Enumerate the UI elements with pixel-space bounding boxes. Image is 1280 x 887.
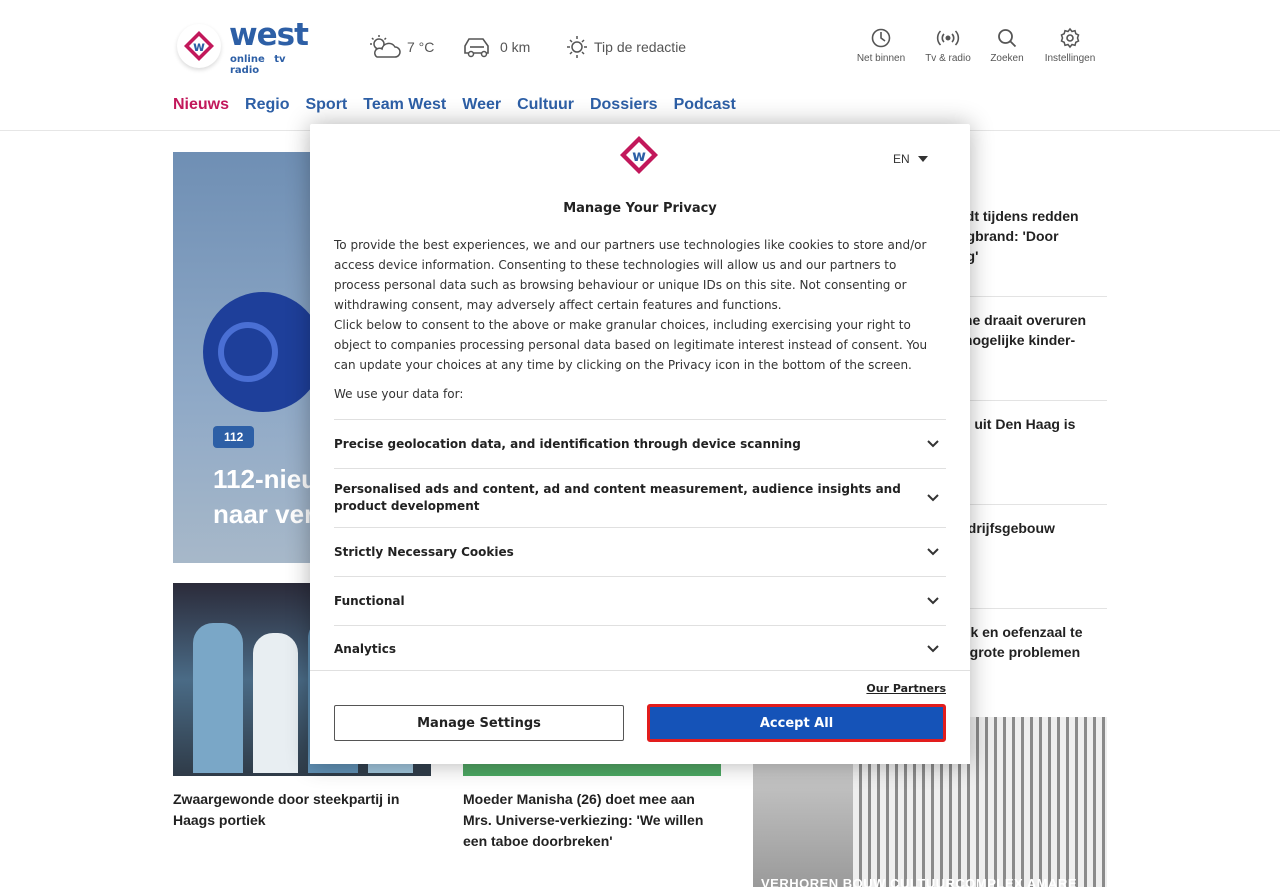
weather-widget[interactable]: 7 °C	[367, 34, 434, 60]
helicopter-rotor	[218, 322, 278, 382]
nav-item-dossiers[interactable]: Dossiers	[590, 96, 658, 114]
tv-radio-button[interactable]: Tv & radio	[916, 27, 980, 64]
language-selector[interactable]: EN	[893, 152, 928, 166]
tip-label: Tip de redactie	[594, 39, 687, 55]
zoeken-label: Zoeken	[990, 53, 1024, 64]
modal-footer: Our Partners Manage Settings Accept All	[310, 670, 970, 764]
purpose-label: Functional	[334, 594, 405, 608]
chevron-down-icon	[927, 644, 939, 652]
nav-item-cultuur[interactable]: Cultuur	[517, 96, 574, 114]
clock-icon	[871, 28, 891, 48]
modal-description: To provide the best experiences, we and …	[334, 235, 946, 375]
purpose-label: Analytics	[334, 641, 396, 656]
net-binnen-label: Net binnen	[856, 53, 906, 64]
broadcast-icon	[936, 30, 960, 46]
logo-text: west	[229, 17, 309, 53]
purpose-geolocation[interactable]: Precise geolocation data, and identifica…	[334, 420, 946, 469]
card-title-stabbing[interactable]: Zwaargewonde door steekpartij in Haags p…	[173, 789, 431, 831]
hero-category-tag: 112	[213, 426, 255, 448]
lightbulb-icon	[567, 36, 587, 58]
nav-item-podcast[interactable]: Podcast	[674, 96, 736, 114]
site-header: w west online tv radio 7 °C 0 km Tip de …	[0, 0, 1280, 131]
logo-subtitle: online tv radio	[230, 54, 286, 76]
card-title-manisha[interactable]: Moeder Manisha (26) doet mee aan Mrs. Un…	[463, 789, 721, 852]
modal-logo-icon: w	[619, 135, 659, 175]
chevron-down-icon	[927, 494, 939, 502]
purpose-functional[interactable]: Functional	[334, 577, 946, 626]
purpose-analytics[interactable]: Analytics	[334, 626, 946, 671]
nav-item-nieuws[interactable]: Nieuws	[173, 96, 229, 114]
net-binnen-button[interactable]: Net binnen	[849, 27, 913, 64]
car-icon	[464, 38, 489, 58]
modal-paragraph-1: To provide the best experiences, we and …	[334, 238, 927, 312]
modal-title: Manage Your Privacy	[563, 201, 717, 216]
logo-mark-icon: w	[177, 24, 221, 68]
chevron-down-icon	[927, 597, 939, 605]
tip-widget[interactable]: Tip de redactie	[566, 34, 686, 60]
nav-item-regio[interactable]: Regio	[245, 96, 289, 114]
svg-text:w: w	[193, 40, 205, 55]
privacy-modal: w EN Manage Your Privacy To provide the …	[310, 124, 970, 764]
language-label: EN	[893, 152, 910, 166]
tv-radio-label: Tv & radio	[925, 53, 971, 64]
weather-temp: 7 °C	[407, 39, 435, 55]
use-data-label: We use your data for:	[334, 387, 464, 401]
chevron-down-icon	[927, 548, 939, 556]
purpose-list: Precise geolocation data, and identifica…	[334, 419, 946, 671]
manage-settings-button[interactable]: Manage Settings	[334, 705, 624, 741]
caret-down-icon	[917, 156, 928, 162]
purpose-label: Personalised ads and content, ad and con…	[334, 482, 901, 513]
traffic-km: 0 km	[500, 39, 531, 55]
modal-paragraph-2: Click below to consent to the above or m…	[334, 318, 928, 372]
purpose-label: Precise geolocation data, and identifica…	[334, 437, 801, 451]
chevron-down-icon	[927, 440, 939, 448]
purpose-label: Strictly Necessary Cookies	[334, 545, 514, 559]
instellingen-button[interactable]: Instellingen	[1038, 27, 1102, 64]
accept-all-button[interactable]: Accept All	[647, 704, 946, 742]
traffic-widget[interactable]: 0 km	[462, 34, 530, 60]
instellingen-label: Instellingen	[1044, 53, 1096, 64]
nav-item-team-west[interactable]: Team West	[363, 96, 446, 114]
our-partners-link[interactable]: Our Partners	[866, 682, 946, 695]
site-logo[interactable]: w west online tv radio	[173, 17, 323, 76]
purpose-personalised-ads[interactable]: Personalised ads and content, ad and con…	[334, 469, 946, 528]
gear-icon	[1060, 27, 1080, 49]
svg-text:w: w	[632, 147, 646, 165]
nav-item-weer[interactable]: Weer	[462, 96, 501, 114]
zoeken-button[interactable]: Zoeken	[975, 27, 1039, 64]
nav-item-sport[interactable]: Sport	[305, 96, 347, 114]
partly-cloudy-icon	[370, 35, 401, 58]
sidebar-photo-caption: VERHOREN BOUW CULTUURCOMPLEX AMARE	[761, 876, 1077, 887]
search-icon	[998, 29, 1017, 48]
purpose-strictly-necessary[interactable]: Strictly Necessary Cookies	[334, 528, 946, 577]
main-nav: Nieuws Regio Sport Team West Weer Cultuu…	[173, 96, 736, 114]
